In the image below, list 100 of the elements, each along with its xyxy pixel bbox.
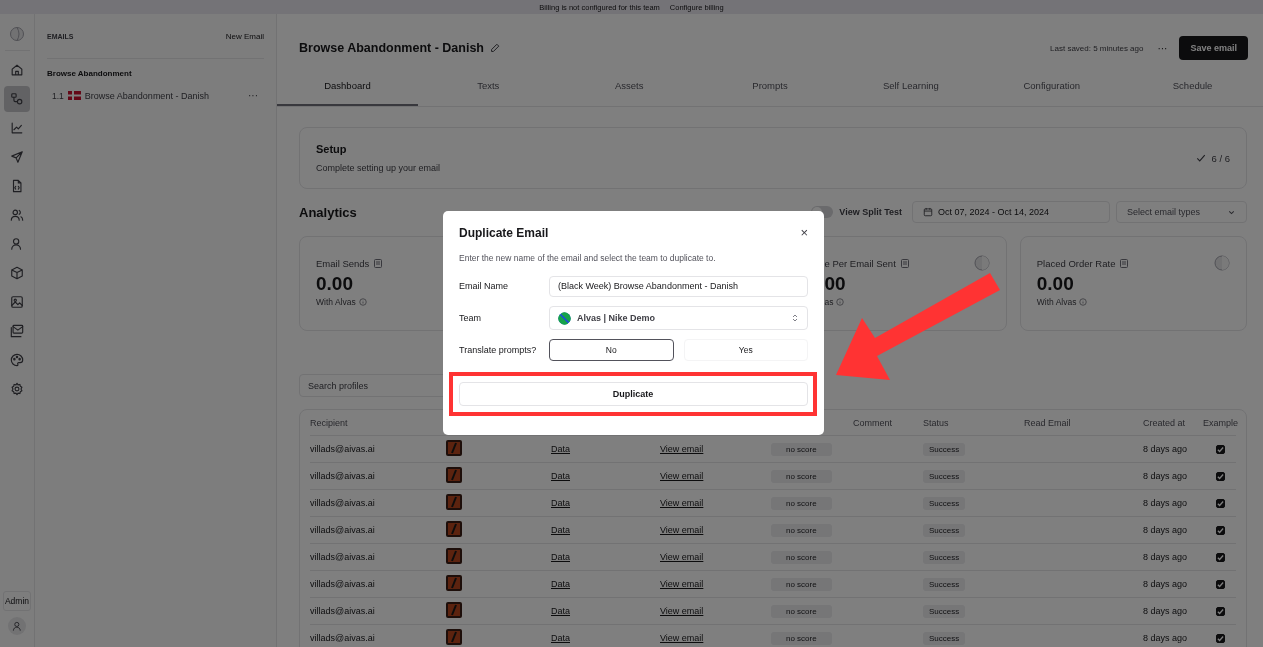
table-cell-text: 8 days ago — [1143, 444, 1189, 454]
view-email-link[interactable]: View email — [660, 525, 704, 535]
info-icon — [1079, 298, 1088, 306]
status-badge: Success — [923, 578, 966, 591]
view-email-link[interactable]: View email — [660, 471, 704, 481]
field-label: Email Name — [459, 281, 509, 291]
column-header: Read Email — [1024, 417, 1072, 428]
package-icon — [10, 265, 24, 280]
tab[interactable]: Configuration — [981, 66, 1123, 106]
updown-chevron-icon — [791, 314, 799, 322]
team-avatar-icon — [558, 311, 571, 325]
tab[interactable]: Texts — [417, 66, 559, 106]
status-badge: Success — [923, 443, 966, 456]
translate-option[interactable]: Yes — [683, 339, 808, 361]
metric-value: 0.00 — [1036, 273, 1074, 295]
tab[interactable]: Schedule — [1122, 66, 1263, 106]
table-cell-text: 8 days ago — [1143, 606, 1189, 616]
more-button[interactable]: ··· — [248, 90, 258, 101]
email-type-select[interactable]: Select email types — [1116, 201, 1247, 223]
thumbnail-icon — [446, 521, 462, 537]
completed-steps-count: 6 / 6 — [1211, 152, 1230, 164]
translate-option[interactable]: No — [549, 339, 674, 361]
score-badge: no score — [771, 443, 832, 456]
data-link[interactable]: Data — [551, 498, 570, 508]
table-cell-text: villads@aivas.ai — [310, 498, 376, 508]
column-header: Status — [923, 417, 950, 428]
status-badge: Success — [923, 497, 966, 510]
example-checkbox[interactable] — [1216, 525, 1225, 535]
palette-icon — [10, 352, 24, 367]
email-link[interactable]: Browse Abandonment - Danish — [84, 90, 244, 101]
score-badge: no score — [771, 470, 832, 483]
table-cell-text: 8 days ago — [1143, 525, 1189, 535]
more-button[interactable]: ··· — [1157, 42, 1168, 54]
last-saved-text: Last saved: 5 minutes ago — [1050, 43, 1144, 53]
setup-subtitle: Complete setting up your email — [316, 163, 442, 173]
item-number: 1.1 — [52, 90, 64, 101]
data-link[interactable]: Data — [551, 444, 570, 454]
workflow-icon — [10, 91, 24, 106]
thumbnail-icon — [446, 575, 462, 591]
metric-value: 0.00 — [316, 273, 353, 295]
view-email-link[interactable]: View email — [660, 444, 704, 454]
tab[interactable]: Assets — [558, 66, 700, 106]
table-cell-text: villads@aivas.ai — [310, 552, 376, 562]
view-email-link[interactable]: View email — [660, 606, 704, 616]
column-header: Example — [1203, 417, 1238, 428]
metric-note: With Alvas — [316, 297, 356, 307]
edit-icon[interactable] — [489, 43, 500, 53]
date-range-button[interactable]: Oct 07, 2024 - Oct 14, 2024 — [912, 201, 1110, 223]
score-badge: no score — [771, 497, 832, 510]
data-link[interactable]: Data — [551, 606, 570, 616]
example-checkbox[interactable] — [1216, 444, 1225, 454]
tab[interactable]: Dashboard — [277, 66, 418, 106]
loading-icon — [973, 255, 990, 271]
example-checkbox[interactable] — [1216, 579, 1225, 589]
tab[interactable]: Prompts — [699, 66, 841, 106]
new-email-button[interactable]: New Email — [225, 31, 264, 41]
score-badge: no score — [771, 578, 832, 591]
user-icon — [10, 236, 24, 251]
account-button[interactable] — [8, 617, 26, 635]
column-header: Recipient — [310, 417, 349, 428]
example-checkbox[interactable] — [1216, 633, 1225, 643]
metric-title: Placed Order Rate — [1036, 257, 1116, 269]
data-link[interactable]: Data — [551, 579, 570, 589]
flag-icon — [67, 91, 81, 100]
info-icon — [836, 298, 845, 306]
data-link[interactable]: Data — [551, 633, 570, 643]
example-checkbox[interactable] — [1216, 471, 1225, 481]
metric-title: e Per Email Sent — [824, 257, 896, 269]
tab[interactable]: Self Learning — [840, 66, 982, 106]
view-email-link[interactable]: View email — [660, 552, 704, 562]
column-header: Comment — [853, 417, 893, 428]
home-icon — [10, 62, 24, 77]
section-heading: Analytics — [299, 204, 357, 220]
duplicate-button[interactable]: Duplicate — [458, 382, 808, 406]
group-label: Browse Abandonment — [47, 69, 133, 78]
example-checkbox[interactable] — [1216, 498, 1225, 508]
field-label: Team — [459, 313, 482, 323]
save-email-button[interactable]: Save email — [1179, 36, 1248, 60]
close-button[interactable]: × — [800, 225, 808, 240]
clipboard-icon — [374, 258, 383, 268]
view-email-link[interactable]: View email — [660, 498, 704, 508]
data-link[interactable]: Data — [551, 471, 570, 481]
data-link[interactable]: Data — [551, 552, 570, 562]
thumbnail-icon — [446, 602, 462, 618]
email-name-field[interactable]: (Black Week) Browse Abandonment - Danish — [549, 275, 808, 297]
example-checkbox[interactable] — [1216, 606, 1225, 616]
team-select[interactable]: Alvas | Nike Demo — [549, 306, 808, 330]
loading-icon — [1214, 255, 1230, 271]
split-test-label: View Split Test — [839, 207, 902, 217]
calendar-icon — [923, 207, 933, 217]
data-link[interactable]: Data — [551, 525, 570, 535]
view-email-link[interactable]: View email — [660, 633, 704, 643]
clipboard-icon — [1120, 258, 1129, 268]
thumbnail-icon — [446, 548, 462, 564]
example-checkbox[interactable] — [1216, 552, 1225, 562]
dialog-description: Enter the new name of the email and select the team to duplicate to. — [459, 253, 717, 263]
workflow-button[interactable] — [4, 85, 30, 112]
thumbnail-icon — [446, 467, 462, 483]
score-badge: no score — [771, 524, 832, 537]
view-email-link[interactable]: View email — [660, 579, 704, 589]
